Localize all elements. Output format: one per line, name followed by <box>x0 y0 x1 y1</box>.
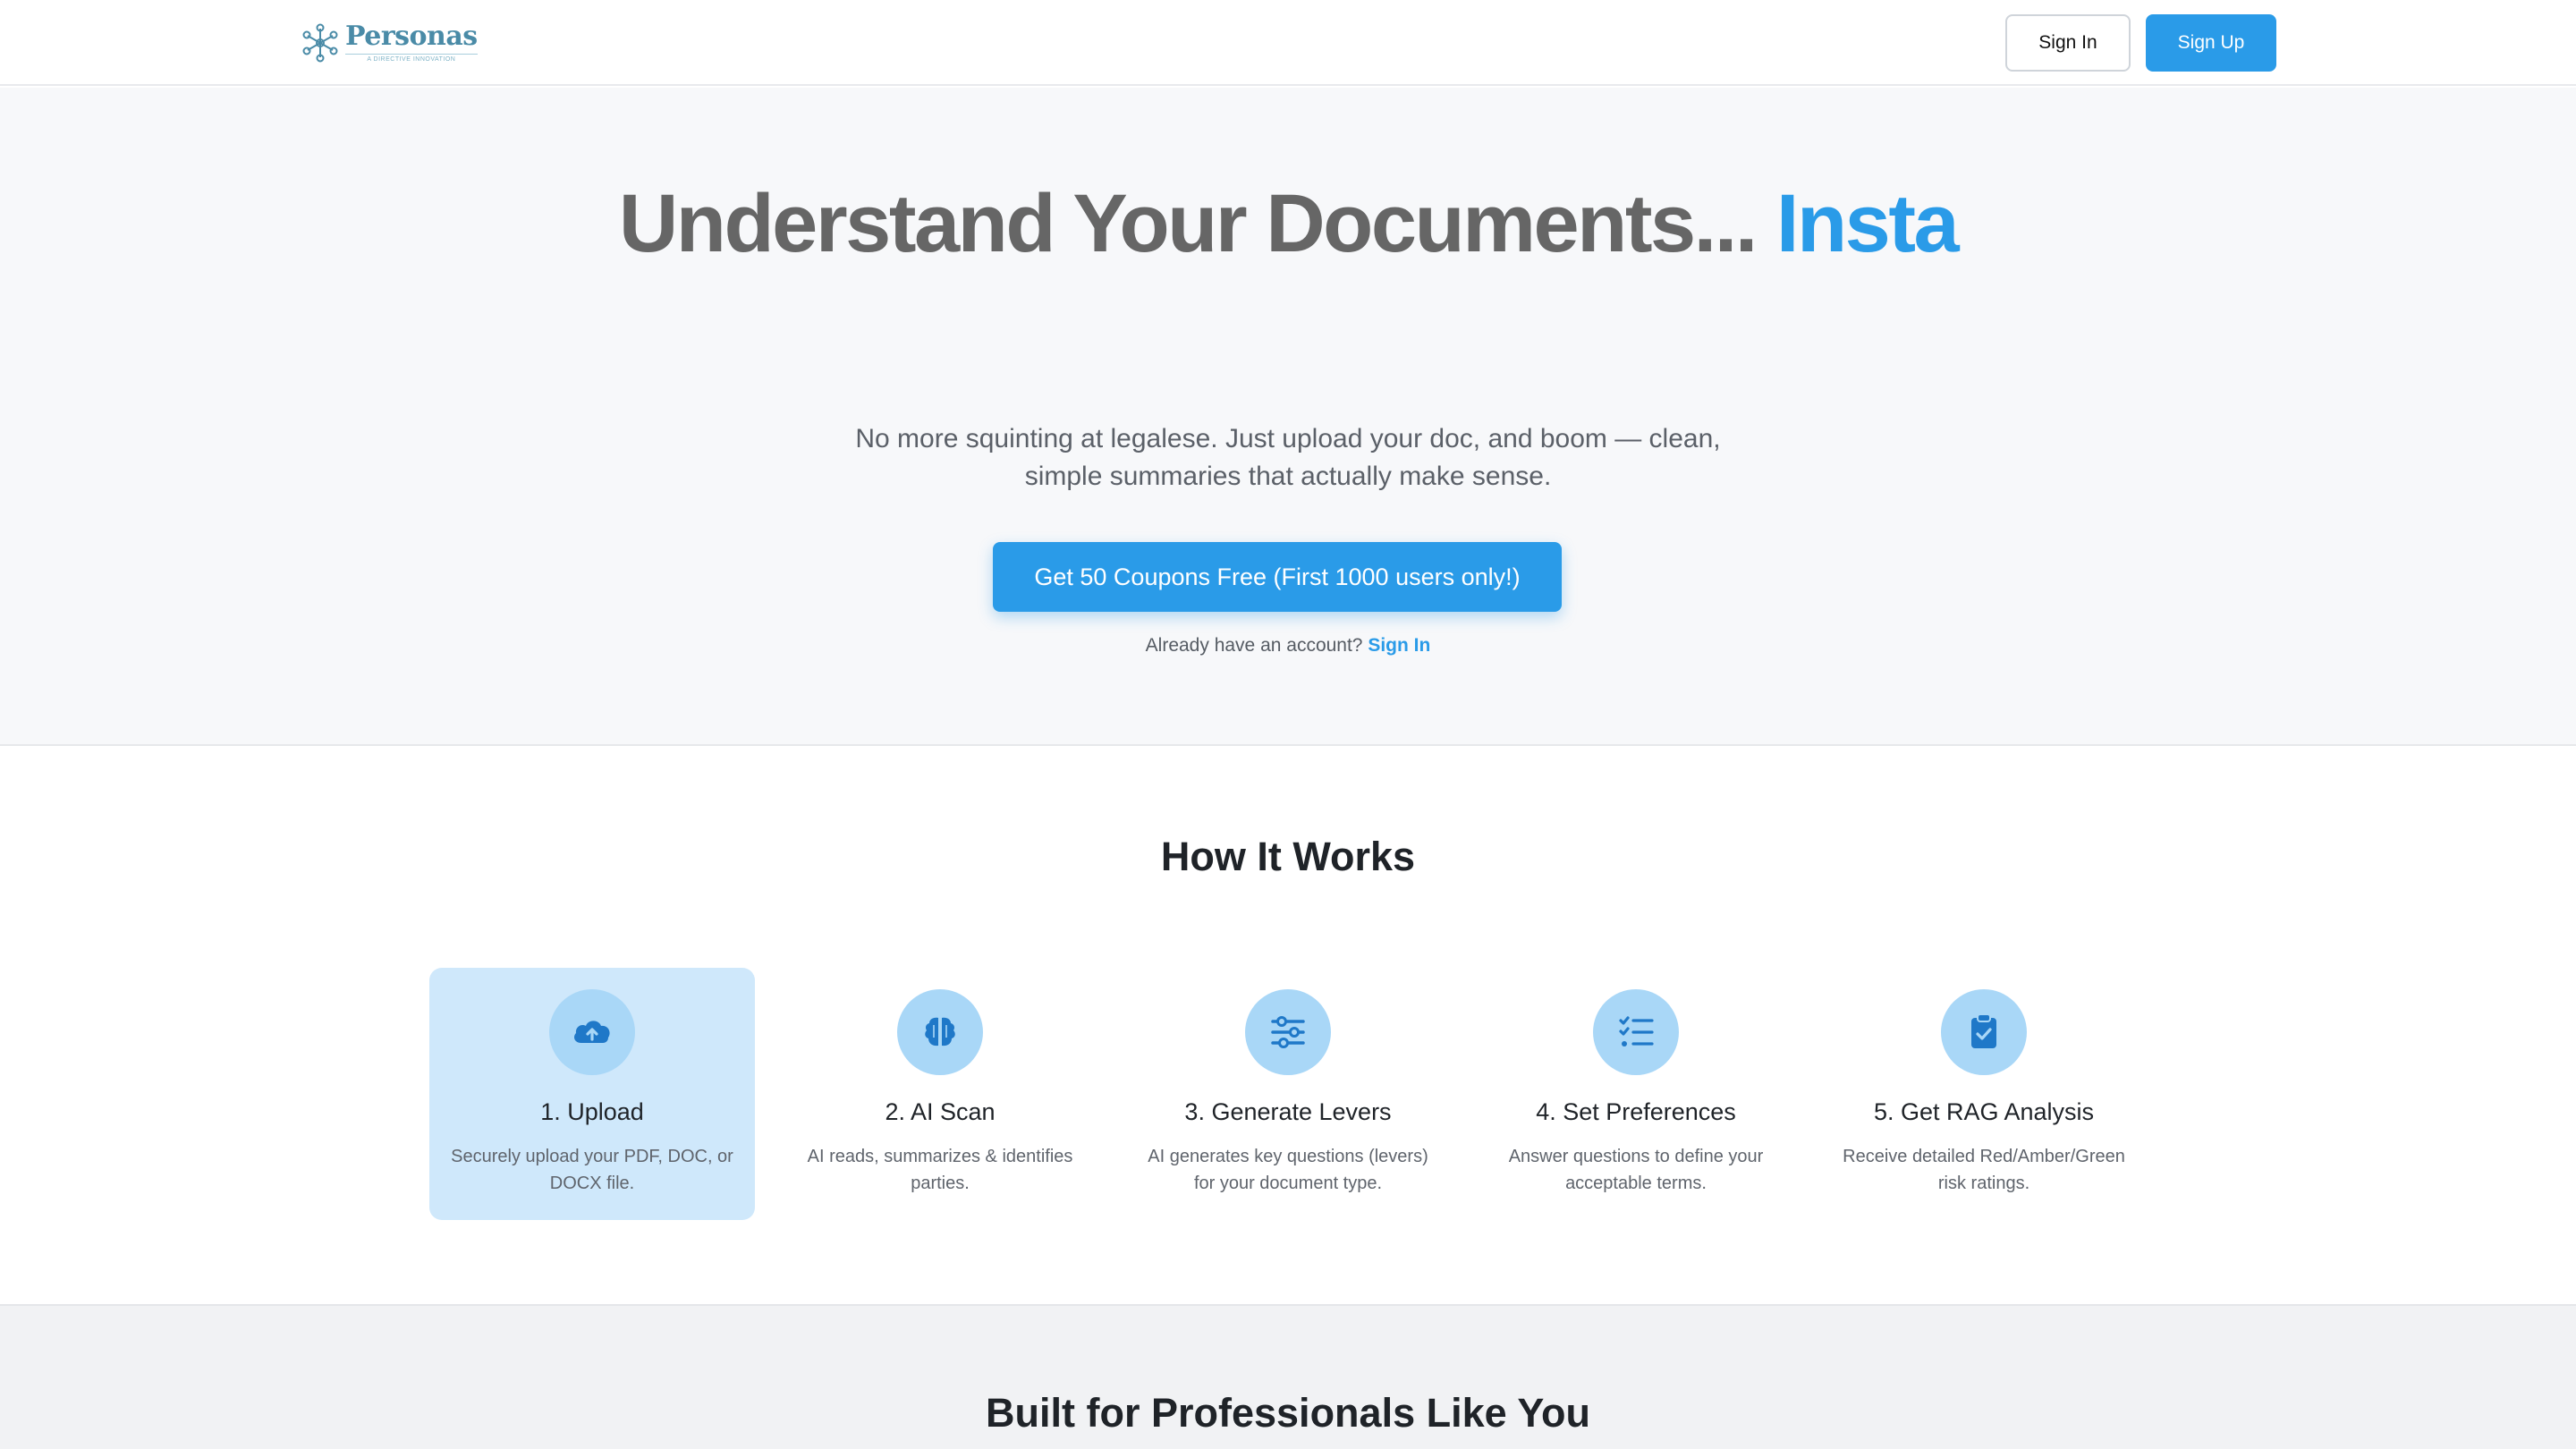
how-it-works-title: How It Works <box>1160 834 1416 879</box>
get-coupons-button[interactable]: Get 50 Coupons Free (First 1000 users on… <box>993 542 1562 612</box>
logo-name: Personas <box>345 21 478 52</box>
professionals-section: Built for Professionals Like You <box>0 1304 2576 1449</box>
logo-tagline: A DIRECTIVE INNOVATION <box>345 54 478 63</box>
step-description: AI reads, summarizes & identifies partie… <box>807 1147 1073 1193</box>
hero-title-accent: Insta <box>1775 178 1960 269</box>
brain-icon <box>897 989 983 1075</box>
molecule-logo-icon <box>302 23 338 63</box>
sign-up-button[interactable]: Sign Up <box>2146 14 2276 72</box>
account-prompt-text: Already have an account? <box>1145 635 1363 656</box>
step-title: 3. Generate Levers <box>1184 1098 1392 1125</box>
step-set-preferences[interactable]: 4. Set Preferences Answer questions to d… <box>1473 968 1799 1220</box>
step-description: Receive detailed Red/Amber/Green risk ra… <box>1843 1147 2125 1193</box>
hero-section: Understand Your Documents... Insta No mo… <box>0 88 2576 746</box>
step-title: 1. Upload <box>540 1098 644 1125</box>
hero-title-main: Understand Your Documents... <box>618 178 1758 269</box>
logo[interactable]: Personas A DIRECTIVE INNOVATION <box>301 20 478 66</box>
hero-title: Understand Your Documents... Insta <box>0 177 2576 271</box>
step-description: AI generates key questions (levers) for … <box>1148 1147 1428 1193</box>
step-description: Answer questions to define your acceptab… <box>1508 1147 1764 1193</box>
step-title: 2. AI Scan <box>885 1098 996 1125</box>
step-description: Securely upload your PDF, DOC, or DOCX f… <box>451 1147 733 1193</box>
site-header: Personas A DIRECTIVE INNOVATION Sign In … <box>0 0 2576 86</box>
step-rag-analysis[interactable]: 5. Get RAG Analysis Receive detailed Red… <box>1821 968 2147 1220</box>
account-prompt: Already have an account? Sign In <box>0 635 2576 657</box>
step-generate-levers[interactable]: 3. Generate Levers AI generates key ques… <box>1125 968 1451 1220</box>
cloud-upload-icon <box>549 989 635 1075</box>
checklist-icon <box>1593 989 1679 1075</box>
step-title: 4. Set Preferences <box>1536 1098 1736 1125</box>
step-title: 5. Get RAG Analysis <box>1873 1098 2095 1125</box>
sign-in-button[interactable]: Sign In <box>2005 14 2131 72</box>
step-ai-scan[interactable]: 2. AI Scan AI reads, summarizes & identi… <box>777 968 1103 1220</box>
clipboard-check-icon <box>1941 989 2027 1075</box>
hero-sign-in-link[interactable]: Sign In <box>1368 635 1430 656</box>
professionals-title: Built for Professionals Like You <box>986 1390 1590 1436</box>
hero-subtitle: No more squinting at legalese. Just uplo… <box>855 424 1721 491</box>
how-it-works-section: How It Works 1. Upload Securely upload y… <box>0 748 2576 1304</box>
steps-list: 1. Upload Securely upload your PDF, DOC,… <box>429 968 2147 1220</box>
sliders-icon <box>1245 989 1331 1075</box>
step-upload[interactable]: 1. Upload Securely upload your PDF, DOC,… <box>429 968 755 1220</box>
